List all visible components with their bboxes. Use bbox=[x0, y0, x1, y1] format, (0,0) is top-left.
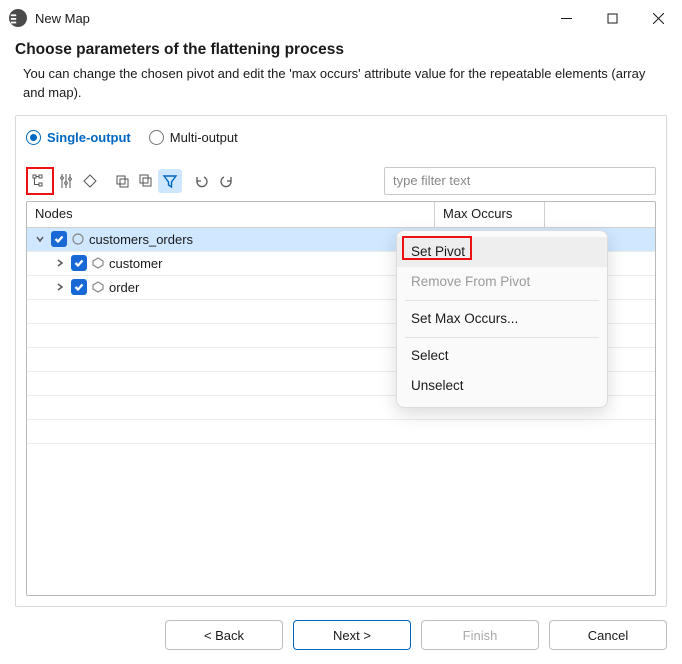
back-button[interactable]: < Back bbox=[165, 620, 283, 650]
tree-view-icon[interactable] bbox=[28, 169, 52, 193]
chevron-right-icon[interactable] bbox=[53, 280, 67, 294]
dialog-new-map: New Map Choose parameters of the flatten… bbox=[0, 0, 682, 664]
menu-set-max-occurs[interactable]: Set Max Occurs... bbox=[397, 304, 607, 334]
column-nodes[interactable]: Nodes bbox=[27, 202, 435, 227]
main-panel: Single-output Multi-output bbox=[15, 115, 667, 607]
highlight-annotation bbox=[26, 167, 54, 195]
checkbox-checked-icon[interactable] bbox=[71, 255, 87, 271]
column-max-occurs[interactable]: Max Occurs bbox=[435, 202, 545, 227]
object-node-icon bbox=[71, 232, 85, 246]
element-node-icon bbox=[91, 280, 105, 294]
menu-remove-pivot: Remove From Pivot bbox=[397, 267, 607, 297]
context-menu: Set Pivot Remove From Pivot Set Max Occu… bbox=[396, 230, 608, 408]
cancel-button[interactable]: Cancel bbox=[549, 620, 667, 650]
node-label: customers_orders bbox=[89, 232, 193, 247]
close-button[interactable] bbox=[635, 3, 681, 33]
node-label: customer bbox=[109, 256, 162, 271]
redo-icon[interactable] bbox=[214, 169, 238, 193]
table-row bbox=[27, 420, 655, 444]
window-title: New Map bbox=[35, 11, 90, 26]
finish-button: Finish bbox=[421, 620, 539, 650]
menu-separator bbox=[405, 337, 599, 338]
button-label: Next > bbox=[333, 628, 371, 643]
menu-separator bbox=[405, 300, 599, 301]
single-output-radio[interactable]: Single-output bbox=[26, 130, 131, 145]
titlebar: New Map bbox=[1, 1, 681, 35]
chevron-right-icon[interactable] bbox=[53, 256, 67, 270]
menu-unselect[interactable]: Unselect bbox=[397, 371, 607, 401]
page-description: You can change the chosen pivot and edit… bbox=[15, 65, 667, 103]
menu-label: Set Pivot bbox=[411, 244, 465, 259]
node-label: order bbox=[109, 280, 139, 295]
app-icon bbox=[9, 9, 27, 27]
page-heading: Choose parameters of the flattening proc… bbox=[15, 41, 667, 59]
filter-placeholder: type filter text bbox=[393, 173, 470, 188]
filter-text-input[interactable]: type filter text bbox=[384, 167, 656, 195]
duplicate-icon[interactable] bbox=[110, 169, 134, 193]
element-node-icon bbox=[91, 256, 105, 270]
toolbar bbox=[26, 167, 238, 195]
filter-icon[interactable] bbox=[158, 169, 182, 193]
column-spacer bbox=[545, 202, 655, 227]
button-label: Cancel bbox=[588, 628, 628, 643]
layers-icon[interactable] bbox=[134, 169, 158, 193]
undo-icon[interactable] bbox=[190, 169, 214, 193]
sliders-icon[interactable] bbox=[54, 169, 78, 193]
multi-output-radio[interactable]: Multi-output bbox=[149, 130, 238, 145]
next-button[interactable]: Next > bbox=[293, 620, 411, 650]
maximize-button[interactable] bbox=[589, 3, 635, 33]
table-body: customers_orders customer bbox=[27, 228, 655, 595]
menu-select[interactable]: Select bbox=[397, 341, 607, 371]
output-mode-radios: Single-output Multi-output bbox=[26, 130, 656, 145]
dialog-header: Choose parameters of the flattening proc… bbox=[1, 35, 681, 115]
menu-label: Remove From Pivot bbox=[411, 274, 530, 289]
wizard-footer: < Back Next > Finish Cancel bbox=[1, 607, 681, 663]
window-controls bbox=[543, 3, 681, 33]
minimize-button[interactable] bbox=[543, 3, 589, 33]
toolbar-row: type filter text bbox=[26, 167, 656, 195]
multi-output-label: Multi-output bbox=[170, 130, 238, 145]
diamond-icon[interactable] bbox=[78, 169, 102, 193]
radio-checked-icon bbox=[26, 130, 41, 145]
button-label: < Back bbox=[204, 628, 244, 643]
button-label: Finish bbox=[463, 628, 498, 643]
single-output-label: Single-output bbox=[47, 130, 131, 145]
radio-unchecked-icon bbox=[149, 130, 164, 145]
table-header: Nodes Max Occurs bbox=[27, 202, 655, 228]
menu-label: Set Max Occurs... bbox=[411, 311, 518, 326]
checkbox-checked-icon[interactable] bbox=[51, 231, 67, 247]
menu-set-pivot[interactable]: Set Pivot bbox=[397, 237, 607, 267]
nodes-table: Nodes Max Occurs customers_orders bbox=[26, 201, 656, 596]
checkbox-checked-icon[interactable] bbox=[71, 279, 87, 295]
menu-label: Select bbox=[411, 348, 449, 363]
chevron-down-icon[interactable] bbox=[33, 232, 47, 246]
menu-label: Unselect bbox=[411, 378, 464, 393]
